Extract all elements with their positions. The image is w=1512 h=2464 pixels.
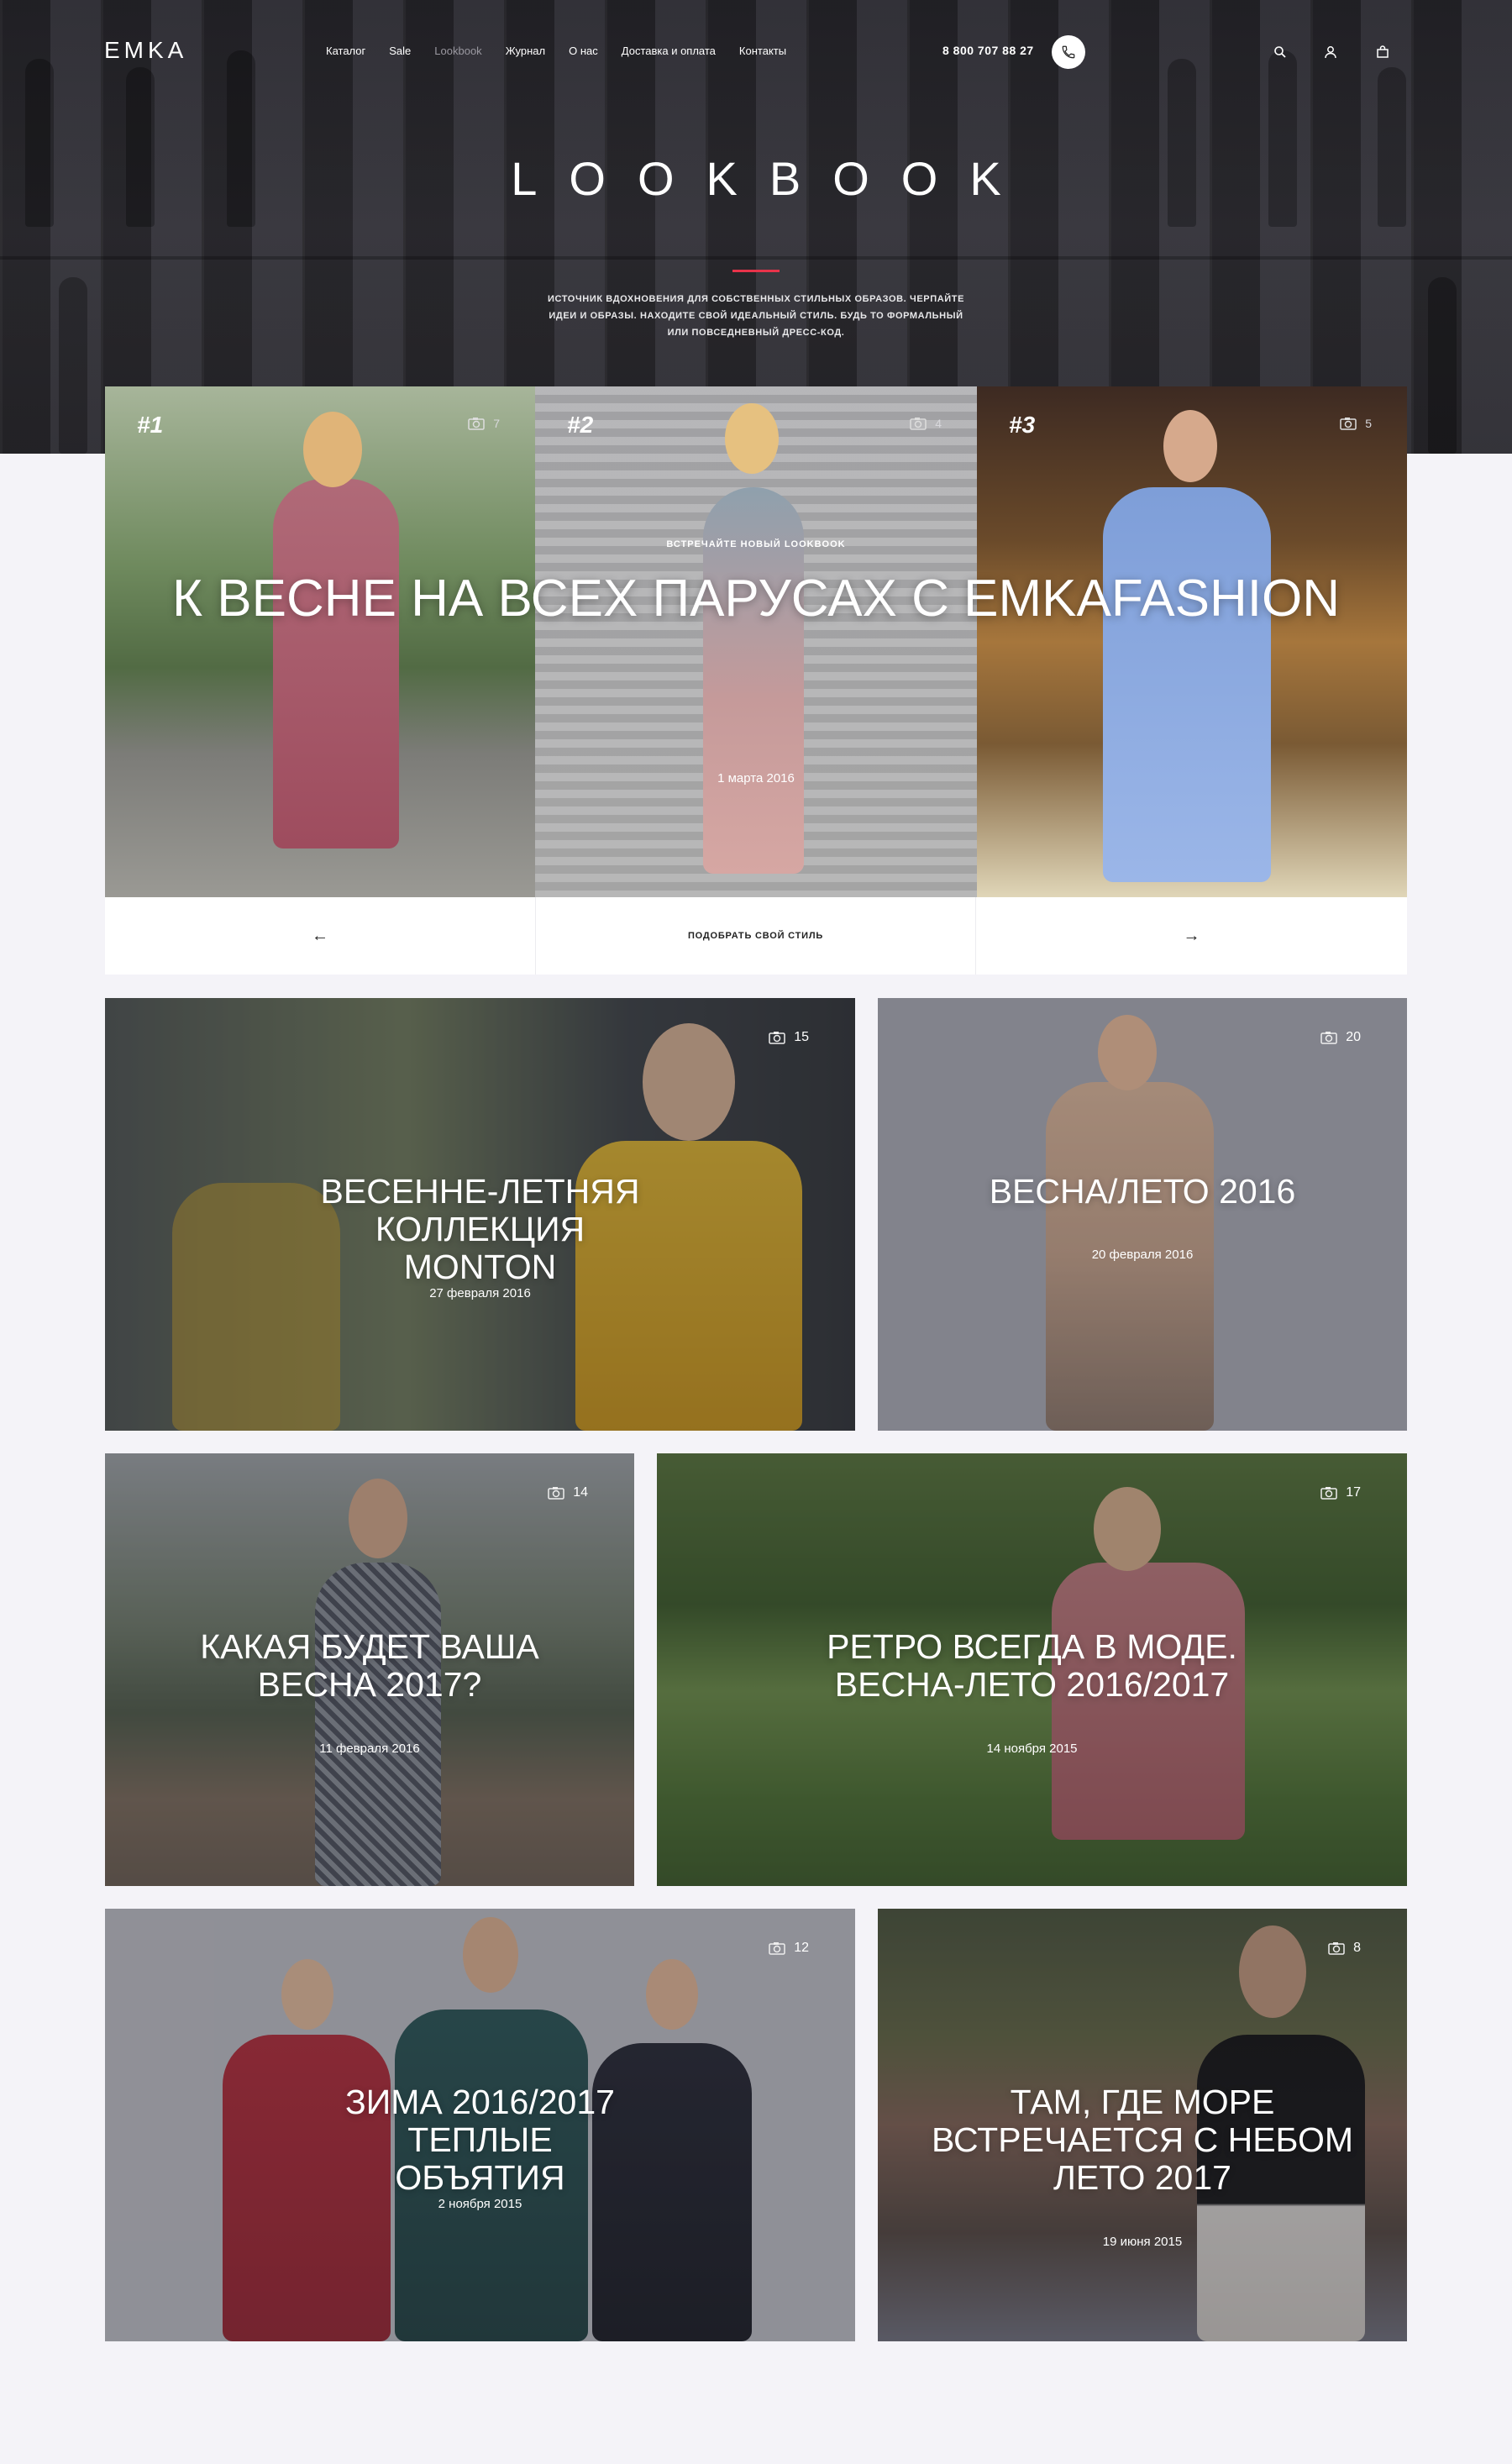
model-head xyxy=(303,412,362,487)
lookbook-card[interactable]: 8 Там, где море встречается с небом лето… xyxy=(878,1909,1407,2341)
nav-lookbook[interactable]: Lookbook xyxy=(434,45,481,57)
slide-number: #3 xyxy=(1009,412,1036,438)
logo[interactable]: EMKA xyxy=(104,37,187,64)
slide-2[interactable]: #2 4 xyxy=(535,386,977,897)
camera-icon xyxy=(769,1032,785,1044)
card-title: Весенне-летняя коллекция MONTON xyxy=(320,1172,640,1286)
accent-divider xyxy=(732,270,780,272)
camera-icon xyxy=(1340,418,1357,430)
photo-count: 4 xyxy=(910,417,942,430)
camera-icon xyxy=(1320,1032,1337,1044)
photo-count: 20 xyxy=(1320,1030,1361,1045)
model-figure xyxy=(273,479,399,848)
main-nav: Каталог Sale Lookbook Журнал О нас Доста… xyxy=(326,45,810,57)
lookbook-card[interactable]: 20 Весна/Лето 2016 20 февраля 2016 xyxy=(878,998,1407,1431)
prev-arrow-icon[interactable]: ← xyxy=(105,897,536,975)
card-title: Ретро всегда в моде. Весна-лето 2016/201… xyxy=(827,1627,1237,1704)
page-subtitle: Источник вдохновения для собственных сти… xyxy=(547,294,965,338)
camera-icon xyxy=(548,1487,564,1500)
photo-count: 5 xyxy=(1340,417,1372,430)
photo-count: 12 xyxy=(769,1941,809,1956)
site-header: EMKA Каталог Sale Lookbook Журнал О нас … xyxy=(0,0,1512,105)
model-figure xyxy=(703,487,804,874)
lookbook-card[interactable]: 17 Ретро всегда в моде. Весна-лето 2016/… xyxy=(657,1453,1407,1886)
slide-1[interactable]: #1 7 xyxy=(105,386,535,897)
camera-icon xyxy=(769,1942,785,1955)
photo-count: 8 xyxy=(1328,1941,1361,1956)
model-figure xyxy=(1103,487,1271,882)
photo-count: 15 xyxy=(769,1030,809,1045)
nav-journal[interactable]: Журнал xyxy=(506,45,545,57)
next-arrow-icon[interactable]: → xyxy=(976,897,1407,975)
lookbook-card[interactable]: 14 Какая будет ваша весна 2017? 11 февра… xyxy=(105,1453,634,1886)
camera-icon xyxy=(468,418,485,430)
card-title: Какая будет ваша весна 2017? xyxy=(200,1627,539,1704)
lookbook-card[interactable]: 15 Весенне-летняя коллекция MONTON 27 фе… xyxy=(105,998,855,1431)
card-title: Весна/Лето 2016 xyxy=(989,1172,1296,1211)
phone-icon[interactable] xyxy=(1052,35,1085,69)
slide-number: #1 xyxy=(137,412,164,438)
camera-icon xyxy=(1320,1487,1337,1500)
card-date: 2 ноября 2015 xyxy=(438,2197,522,2211)
slider-controls: ← Подобрать свой стиль → xyxy=(105,897,1407,975)
bag-icon[interactable] xyxy=(1374,44,1391,60)
slide-3[interactable]: #3 5 xyxy=(977,386,1407,897)
card-date: 20 февраля 2016 xyxy=(1091,1248,1194,1262)
lookbook-slider[interactable]: #1 7 #2 4 #3 5 xyxy=(105,386,1407,897)
card-title: Зима 2016/2017 теплые объятия xyxy=(345,2083,615,2197)
camera-icon xyxy=(910,418,927,430)
phone-number[interactable]: 8 800 707 88 27 xyxy=(942,44,1034,57)
camera-icon xyxy=(1328,1942,1345,1955)
slide-number: #2 xyxy=(567,412,594,438)
model-head xyxy=(1163,410,1217,482)
search-icon[interactable] xyxy=(1272,44,1289,60)
nav-sale[interactable]: Sale xyxy=(389,45,411,57)
nav-about[interactable]: О нас xyxy=(569,45,598,57)
photo-count: 7 xyxy=(468,417,500,430)
choose-style-button[interactable]: Подобрать свой стиль xyxy=(536,897,976,975)
photo-count: 14 xyxy=(548,1485,588,1500)
page-title: LOOKBOOK xyxy=(511,152,1033,205)
card-date: 19 июня 2015 xyxy=(1102,2235,1183,2249)
card-title: Там, где море встречается с небом лето 2… xyxy=(931,2083,1354,2197)
card-date: 11 февраля 2016 xyxy=(319,1742,420,1756)
lookbook-card[interactable]: 12 Зима 2016/2017 теплые объятия 2 ноябр… xyxy=(105,1909,855,2341)
photo-count: 17 xyxy=(1320,1485,1361,1500)
user-icon[interactable] xyxy=(1322,44,1339,60)
nav-catalog[interactable]: Каталог xyxy=(326,45,365,57)
model-head xyxy=(725,403,779,474)
nav-delivery[interactable]: Доставка и оплата xyxy=(622,45,716,57)
card-date: 27 февраля 2016 xyxy=(429,1286,531,1300)
card-date: 14 ноября 2015 xyxy=(986,1742,1078,1756)
nav-contacts[interactable]: Контакты xyxy=(739,45,786,57)
